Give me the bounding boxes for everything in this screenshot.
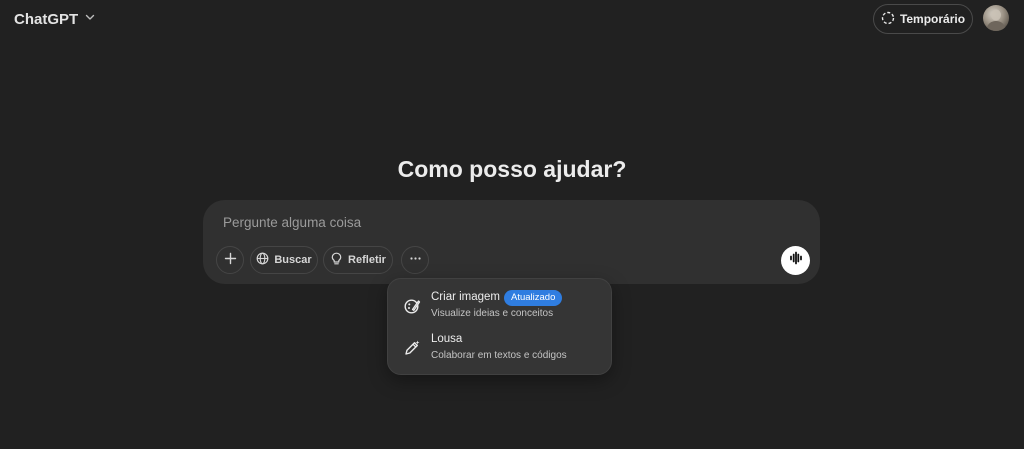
think-button-label: Refletir — [348, 254, 386, 266]
think-button[interactable]: Refletir — [323, 246, 393, 274]
menu-item-create-image[interactable]: Criar imagem Atualizado Visualize ideias… — [394, 286, 606, 326]
lightbulb-icon — [330, 252, 343, 268]
ellipsis-icon — [409, 252, 422, 268]
attach-button[interactable] — [216, 246, 244, 274]
canvas-pen-icon — [403, 339, 421, 357]
avatar[interactable] — [983, 5, 1009, 31]
tools-dropdown-menu: Criar imagem Atualizado Visualize ideias… — [387, 278, 612, 375]
image-create-icon — [403, 297, 421, 315]
page-title: Como posso ajudar? — [397, 156, 627, 182]
menu-item-title: Lousa — [431, 333, 463, 345]
updated-badge: Atualizado — [504, 290, 563, 306]
search-button-label: Buscar — [274, 254, 312, 266]
more-tools-button[interactable] — [401, 246, 429, 274]
temporary-chat-label: Temporário — [899, 12, 966, 26]
dashed-circle-icon — [881, 11, 895, 28]
menu-item-description: Visualize ideias e conceitos — [431, 308, 554, 319]
user-photo-icon — [986, 9, 1006, 31]
model-name: ChatGPT — [14, 10, 79, 28]
model-selector[interactable]: ChatGPT — [14, 7, 96, 31]
search-button[interactable]: Buscar — [250, 246, 318, 274]
audio-waveform-icon — [788, 250, 804, 271]
temporary-chat-button[interactable]: Temporário — [873, 4, 973, 34]
prompt-composer: Pergunte alguma coisa Buscar Refletir — [203, 200, 820, 284]
plus-icon — [224, 252, 237, 268]
chevron-down-icon — [84, 10, 96, 28]
globe-icon — [256, 252, 269, 268]
menu-item-title: Criar imagem — [431, 291, 501, 303]
menu-item-canvas[interactable]: Lousa Colaborar em textos e códigos — [394, 328, 606, 368]
prompt-input[interactable]: Pergunte alguma coisa — [223, 215, 361, 230]
voice-mode-button[interactable] — [781, 246, 810, 275]
menu-item-description: Colaborar em textos e códigos — [431, 350, 567, 361]
